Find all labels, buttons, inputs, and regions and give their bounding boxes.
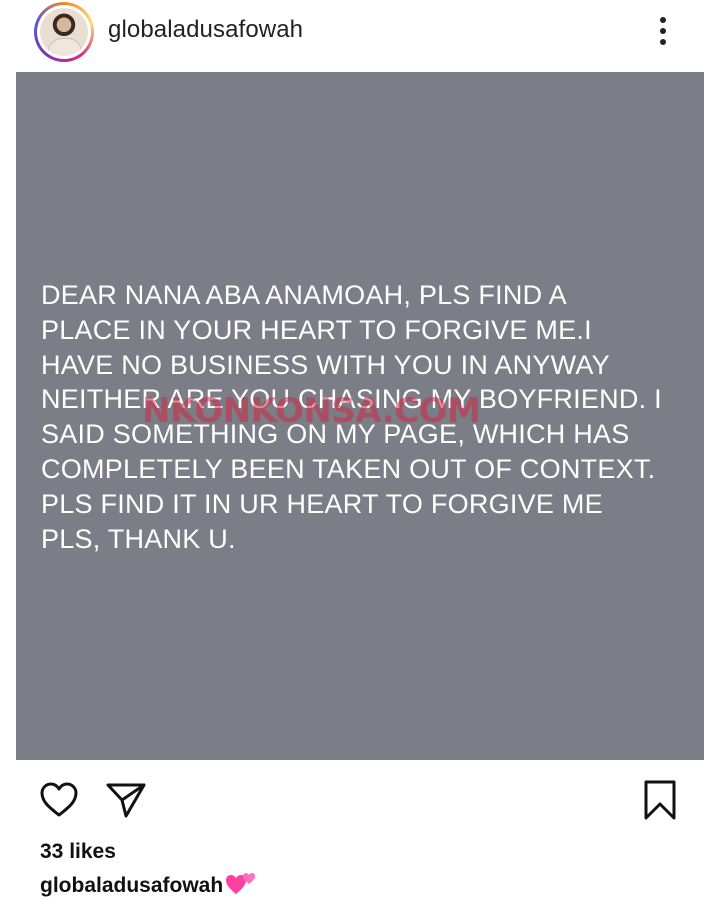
more-vertical-icon [660,17,666,23]
like-count[interactable]: 33 likes [40,838,116,866]
avatar[interactable] [34,2,94,62]
paper-plane-icon [106,783,146,818]
more-vertical-icon-dot-middle [660,28,666,34]
like-button[interactable] [38,780,80,820]
save-button[interactable] [640,778,680,822]
post-actions [0,770,720,826]
post-header: globaladusafowah [0,0,720,62]
share-button[interactable] [104,780,148,820]
heart-outline-icon [40,782,78,817]
profile-photo [40,8,88,56]
more-options-button[interactable] [650,12,676,50]
more-vertical-icon-dot-bottom [660,39,666,45]
post-image-text: DEAR NANA ABA ANAMOAH, PLS FIND A PLACE … [41,280,662,554]
profile-photo-body [48,38,82,56]
two-hearts-icon [225,871,257,895]
post-caption: globaladusafowah [40,871,257,900]
bookmark-icon [644,780,676,820]
caption-username[interactable]: globaladusafowah [40,874,223,897]
post-username[interactable]: globaladusafowah [108,16,303,44]
post-image[interactable]: DEAR NANA ABA ANAMOAH, PLS FIND A PLACE … [16,72,704,760]
avatar-border [37,5,91,59]
